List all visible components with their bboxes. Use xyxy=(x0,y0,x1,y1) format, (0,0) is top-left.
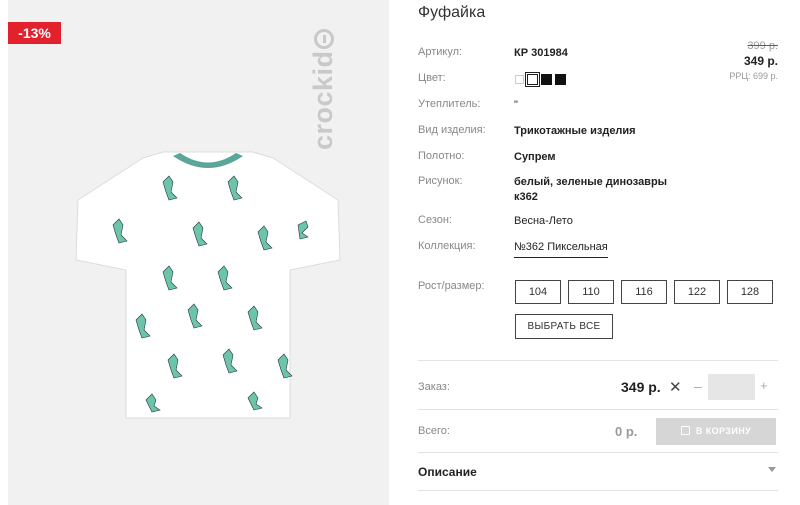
brand-logo-text: crockid xyxy=(308,50,338,150)
divider xyxy=(418,490,778,491)
pattern-value: белый, зеленые динозавры к362 xyxy=(514,175,667,205)
size-button-128[interactable]: 128 xyxy=(727,280,773,304)
total-value: 0 р. xyxy=(615,424,638,439)
color-swatches xyxy=(515,71,569,88)
product-title: Фуфайка xyxy=(418,4,486,21)
quantity-increment-button[interactable]: + xyxy=(760,378,768,393)
product-info-panel: Фуфайка 399 р. 349 р. РРЦ: 699 р. Артику… xyxy=(418,0,778,505)
remove-order-icon[interactable]: ✕ xyxy=(669,378,682,396)
size-button-116[interactable]: 116 xyxy=(621,280,667,304)
divider xyxy=(418,360,778,361)
product-image-panel[interactable]: -13% crockid xyxy=(8,0,389,505)
add-to-cart-button[interactable]: В КОРЗИНУ xyxy=(656,418,776,445)
pattern-value-line2: к362 xyxy=(514,191,538,203)
product-page: -13% crockid Фуфайка 399 р. 349 р. РРЦ: … xyxy=(0,0,800,505)
season-value: Весна-Лето xyxy=(514,215,573,227)
product-tshirt-image xyxy=(75,151,341,419)
discount-badge: -13% xyxy=(8,22,61,44)
color-swatch-black-2[interactable] xyxy=(555,74,566,86)
color-swatch-black[interactable] xyxy=(541,74,552,86)
size-button-104[interactable]: 104 xyxy=(515,280,561,304)
divider xyxy=(418,409,778,410)
old-price: 399 р. xyxy=(747,40,778,52)
pattern-label: Рисунок: xyxy=(418,175,463,187)
insulation-label: Утеплитель: xyxy=(418,98,481,110)
chevron-down-icon[interactable] xyxy=(768,467,776,472)
color-label: Цвет: xyxy=(418,72,446,84)
pattern-value-line1: белый, зеленые динозавры xyxy=(514,176,668,188)
size-label: Рост/размер: xyxy=(418,280,485,292)
collection-link[interactable]: №362 Пиксельная xyxy=(514,240,608,258)
article-value: КР 301984 xyxy=(514,47,568,59)
size-button-110[interactable]: 110 xyxy=(568,280,614,304)
article-label: Артикул: xyxy=(418,46,463,58)
insulation-value: " xyxy=(514,99,518,111)
quantity-input[interactable] xyxy=(708,374,755,400)
season-label: Сезон: xyxy=(418,214,452,226)
select-all-sizes-button[interactable]: ВЫБРАТЬ ВСЕ xyxy=(515,314,613,339)
fabric-label: Полотно: xyxy=(418,150,465,162)
current-price: 349 р. xyxy=(743,54,778,68)
recommended-price: РРЦ: 699 р. xyxy=(729,71,778,81)
add-to-cart-label: В КОРЗИНУ xyxy=(695,426,752,436)
total-label: Всего: xyxy=(418,425,450,437)
order-label: Заказ: xyxy=(418,381,450,393)
type-value: Трикотажные изделия xyxy=(514,125,636,137)
divider xyxy=(418,452,778,453)
order-price: 349 р. xyxy=(621,379,661,395)
collection-label: Коллекция: xyxy=(418,240,476,252)
fabric-value: Супрем xyxy=(514,151,556,163)
size-button-122[interactable]: 122 xyxy=(674,280,720,304)
brand-logo-mark xyxy=(314,29,334,50)
type-label: Вид изделия: xyxy=(418,124,486,136)
brand-logo: crockid xyxy=(308,0,358,150)
color-swatch-white[interactable] xyxy=(515,75,524,85)
shopping-bag-icon xyxy=(680,426,690,435)
color-swatch-white-selected[interactable] xyxy=(525,72,540,88)
description-toggle[interactable]: Описание xyxy=(418,465,477,479)
quantity-decrement-button[interactable]: – xyxy=(694,378,702,394)
